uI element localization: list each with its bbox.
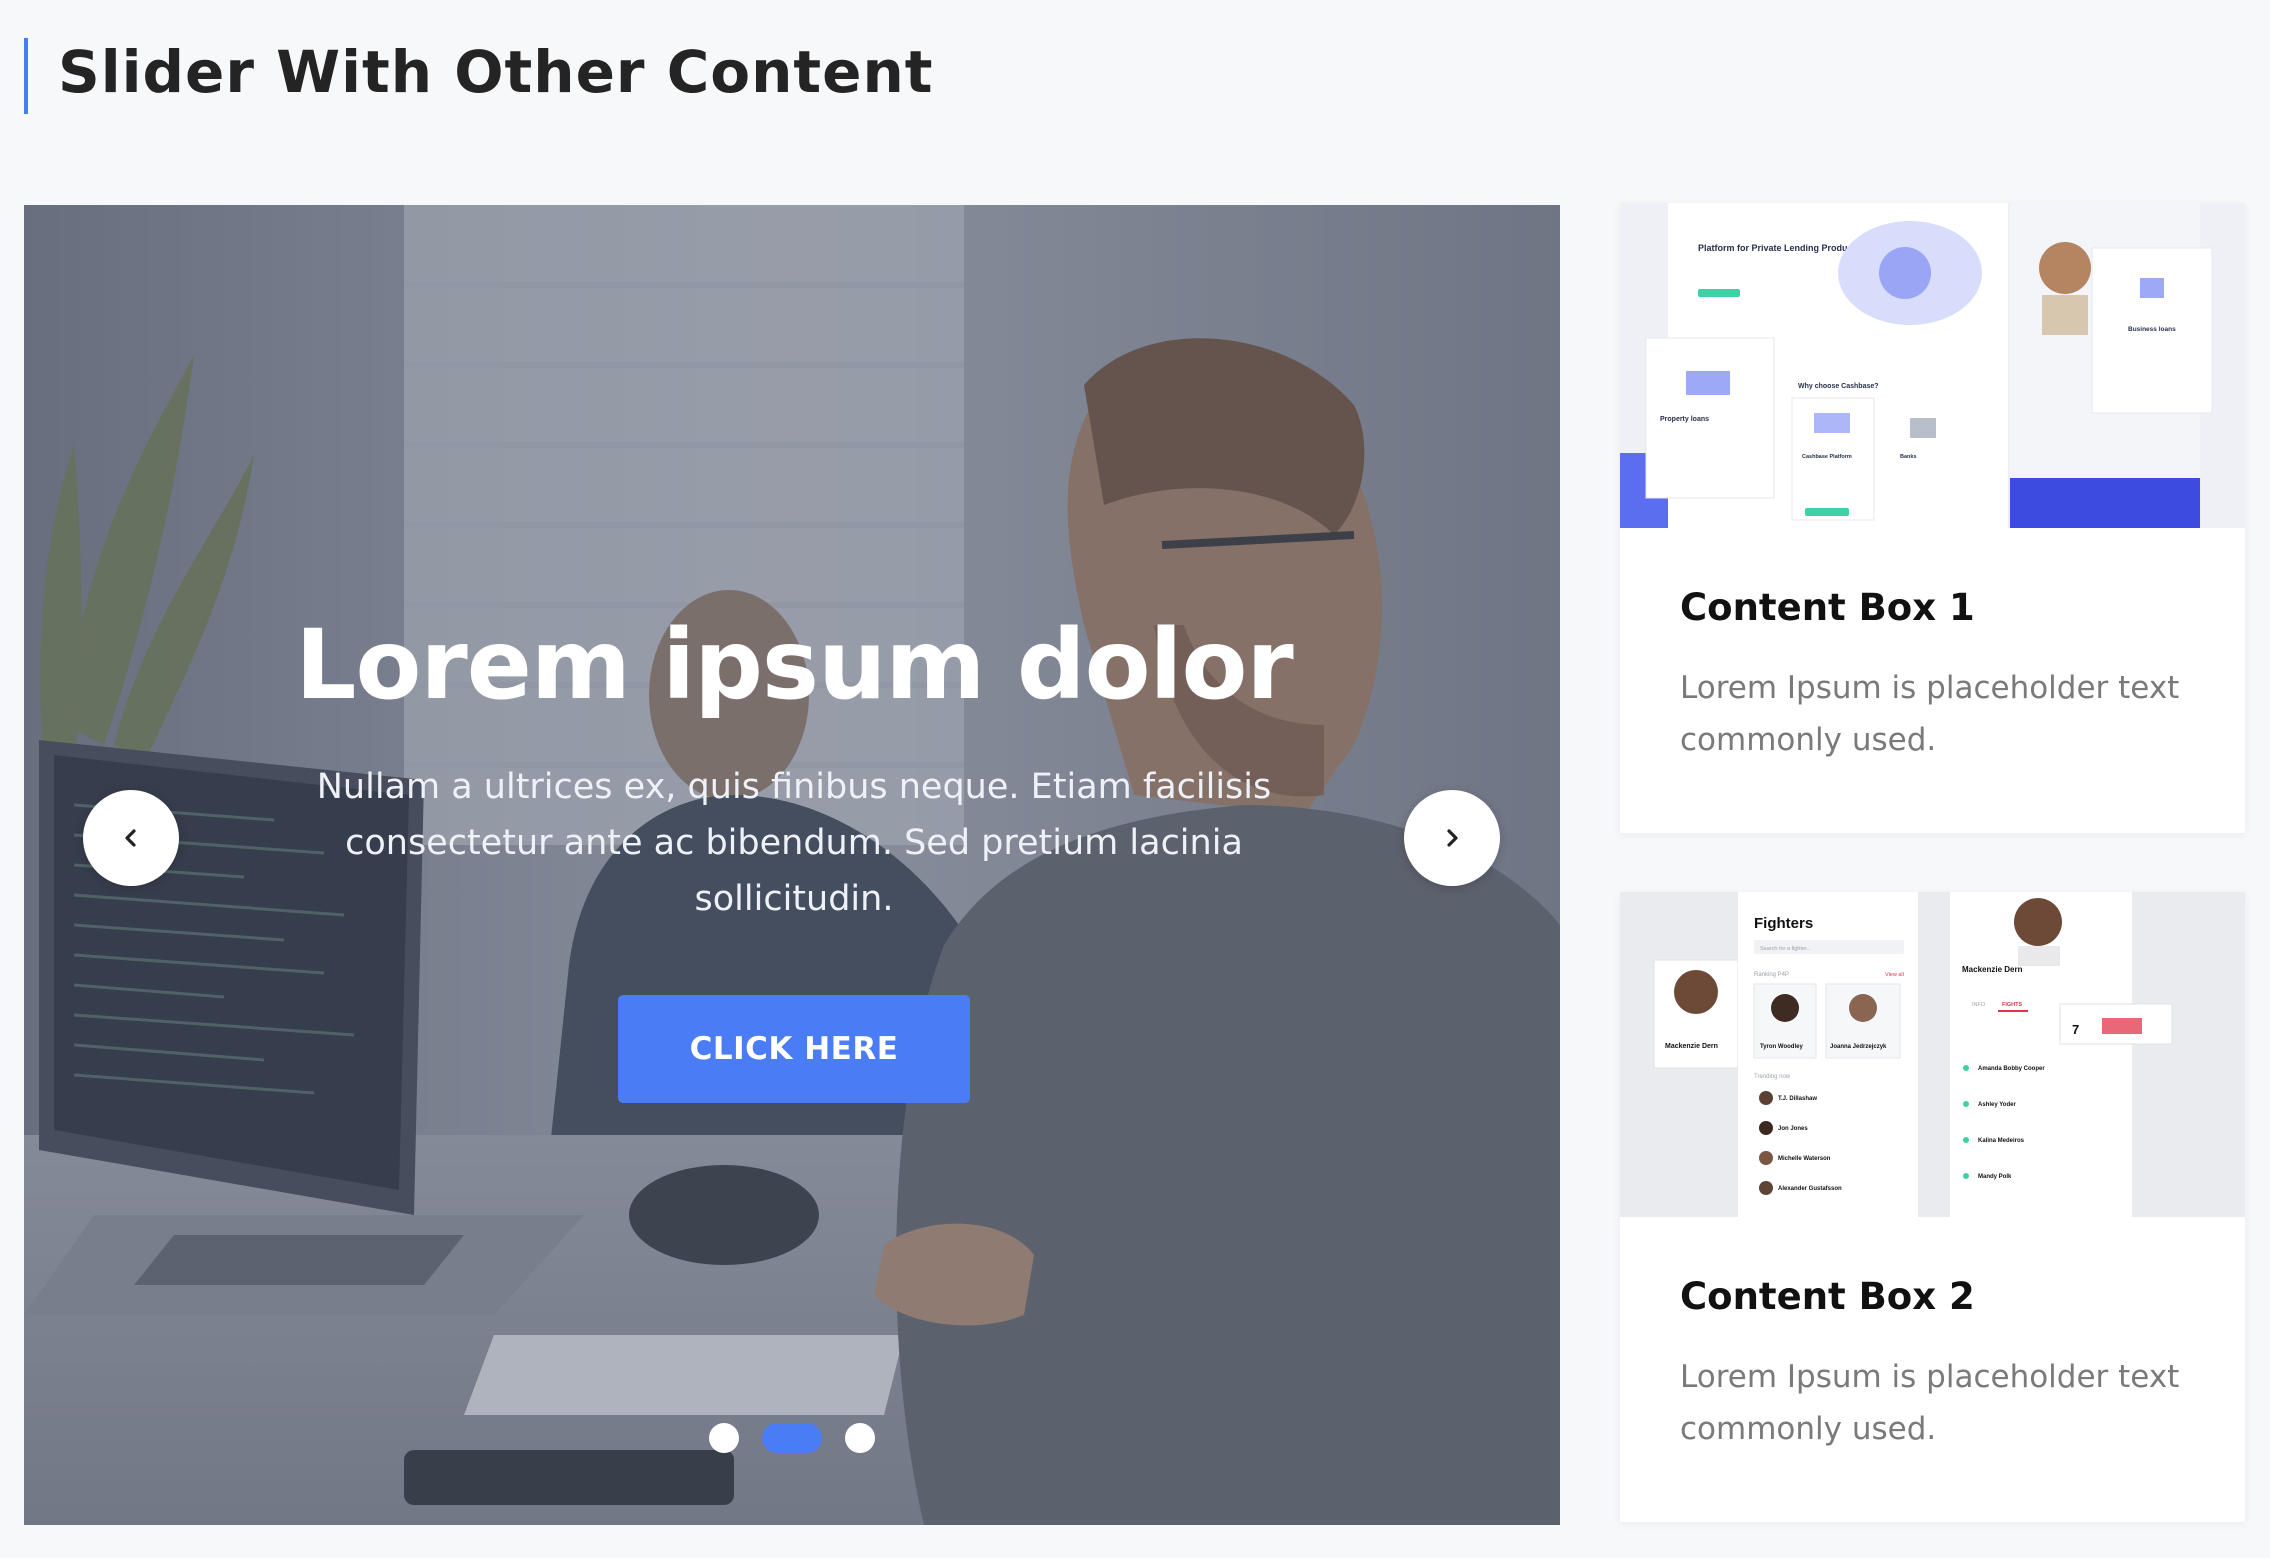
slider-dot-3[interactable]	[845, 1423, 875, 1453]
thumb2-profile-card-name: Mackenzie Dern	[1665, 1043, 1718, 1050]
thumb2-profile-name: Mackenzie Dern	[1962, 965, 2023, 974]
thumb2-fighter-list-2: Jon Jones	[1778, 1126, 1808, 1132]
thumb2-stat: 7	[2072, 1022, 2079, 1037]
content-box-2[interactable]: Mackenzie Dern Fighters Search for a fig…	[1620, 892, 2245, 1522]
content-box-2-text: Lorem Ipsum is placeholder text commonly…	[1680, 1359, 2180, 1447]
thumb1-card-left: Property loans	[1660, 416, 1709, 423]
thumb2-fighter-top-1: Tyron Woodley	[1760, 1044, 1803, 1050]
thumb2-history-2: Ashley Yoder	[1978, 1102, 2016, 1108]
thumb2-tab-info: INFO	[1972, 1002, 1986, 1008]
thumb2-trending: Trending now	[1754, 1074, 1791, 1080]
section-title: Slider With Other Content	[24, 38, 934, 114]
slide-description: Nullam a ultrices ex, quis finibus neque…	[316, 767, 1272, 919]
thumb2-panel-title: Fighters	[1754, 915, 1813, 932]
slider-dot-2-active[interactable]	[762, 1423, 822, 1453]
content-box-1-title: Content Box 1	[1680, 586, 1975, 629]
slide-title: Lorem ipsum dolor	[295, 609, 1293, 721]
content-box-2-thumbnail: Mackenzie Dern Fighters Search for a fig…	[1620, 892, 2245, 1217]
chevron-right-icon	[1447, 829, 1458, 847]
image-slider: Lorem ipsum dolor Nullam a ultrices ex, …	[24, 205, 1560, 1525]
content-box-2-title: Content Box 2	[1680, 1275, 1975, 1318]
thumb2-view-all: View all	[1885, 972, 1904, 978]
thumb2-fighter-list-4: Alexander Gustafsson	[1778, 1186, 1842, 1192]
thumb1-hero-text: Platform for Private Lending Products	[1698, 243, 1861, 253]
thumb1-col-b: Banks	[1900, 454, 1917, 460]
thumb1-section-text: Why choose Cashbase?	[1798, 383, 1879, 390]
content-box-1-text: Lorem Ipsum is placeholder text commonly…	[1680, 670, 2180, 758]
thumb2-history-1: Amanda Bobby Cooper	[1978, 1066, 2045, 1072]
slider-prev-button[interactable]	[83, 790, 179, 886]
content-box-1[interactable]: Platform for Private Lending Products Pr…	[1620, 203, 2245, 833]
slider-pagination	[24, 1423, 1560, 1453]
thumb2-history-3: Kalina Medeiros	[1978, 1138, 2025, 1144]
thumb2-search: Search for a fighter...	[1760, 946, 1812, 952]
thumb2-history-4: Mandy Polk	[1978, 1174, 2012, 1180]
slide-caption: Lorem ipsum dolor Nullam a ultrices ex, …	[264, 605, 1324, 1103]
thumb1-col-a: Cashbase Platform	[1802, 454, 1852, 460]
slider-dot-1[interactable]	[709, 1423, 739, 1453]
thumb2-fighter-list-1: T.J. Dillashaw	[1778, 1096, 1817, 1102]
thumb1-card-right: Business loans	[2128, 326, 2176, 333]
thumb2-tab-fights: FIGHTS	[2002, 1002, 2022, 1008]
thumb2-fighter-top-2: Joanna Jedrzejczyk	[1830, 1044, 1887, 1050]
click-here-button[interactable]: CLICK HERE	[618, 995, 970, 1103]
slider-next-button[interactable]	[1404, 790, 1500, 886]
chevron-left-icon	[125, 829, 136, 847]
thumb2-fighter-list-3: Michelle Waterson	[1778, 1156, 1831, 1162]
thumb2-ranking: Ranking P4P	[1754, 972, 1789, 978]
content-box-1-thumbnail: Platform for Private Lending Products Pr…	[1620, 203, 2245, 528]
